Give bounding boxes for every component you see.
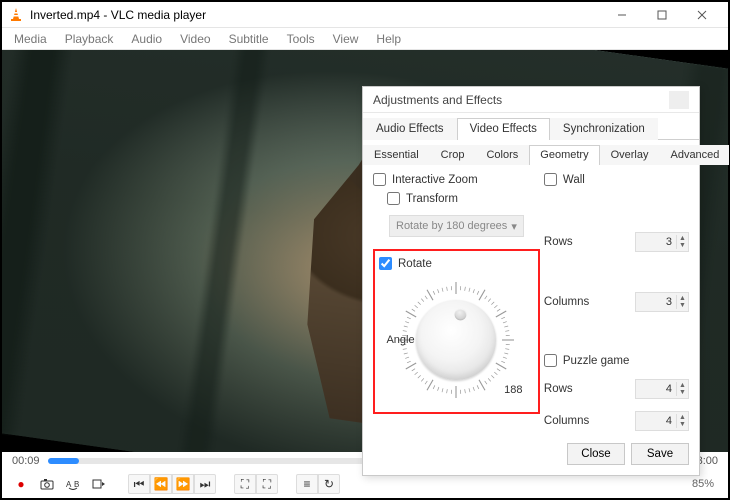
menu-tools[interactable]: Tools — [279, 30, 323, 48]
subtab-crop[interactable]: Crop — [430, 145, 476, 165]
fullscreen-button[interactable]: ⛶ — [234, 474, 256, 494]
frame-step-button[interactable] — [88, 474, 110, 494]
transform-select[interactable]: Rotate by 180 degrees ▾ — [389, 215, 524, 237]
dialog-close-icon[interactable] — [669, 91, 689, 109]
save-button[interactable]: Save — [631, 443, 689, 465]
puzzle-rows-label: Rows — [544, 383, 573, 395]
menu-help[interactable]: Help — [368, 30, 409, 48]
next-button[interactable]: ⏭ — [194, 474, 216, 494]
dialog-titlebar: Adjustments and Effects — [363, 87, 699, 113]
puzzle-rows-spin[interactable]: 4▲▼ — [635, 379, 689, 399]
menu-playback[interactable]: Playback — [57, 30, 122, 48]
puzzle-columns-spin[interactable]: 4▲▼ — [635, 411, 689, 431]
wall-columns-spin[interactable]: 3▲▼ — [635, 292, 689, 312]
playlist-button[interactable]: ≡ — [296, 474, 318, 494]
vlc-cone-icon — [8, 7, 24, 23]
window-title: Inverted.mp4 - VLC media player — [30, 8, 602, 22]
time-elapsed: 00:09 — [12, 455, 40, 467]
subtab-advanced[interactable]: Advanced — [659, 145, 730, 165]
rewind-button[interactable]: ⏪ — [150, 474, 172, 494]
menu-subtitle[interactable]: Subtitle — [221, 30, 277, 48]
angle-label: Angle — [386, 334, 414, 346]
wall-checkbox[interactable]: Wall — [544, 173, 689, 186]
menubar: Media Playback Audio Video Subtitle Tool… — [2, 28, 728, 50]
wall-rows-spin[interactable]: 3▲▼ — [635, 232, 689, 252]
record-button[interactable]: ● — [10, 474, 32, 494]
subtab-colors[interactable]: Colors — [475, 145, 529, 165]
svg-text:A: A — [66, 480, 72, 489]
close-button[interactable] — [682, 3, 722, 27]
outer-tabs: Audio Effects Video Effects Synchronizat… — [363, 113, 699, 140]
sub-tabs: Essential Crop Colors Geometry Overlay A… — [363, 140, 699, 165]
puzzle-columns-label: Columns — [544, 415, 589, 427]
loop-button[interactable]: ↻ — [318, 474, 340, 494]
rotate-section-highlight: Rotate Angle 188 — [373, 249, 540, 414]
wall-columns-label: Columns — [544, 296, 589, 308]
dialog-footer: Close Save — [363, 437, 699, 475]
transform-checkbox[interactable]: Transform — [387, 192, 540, 205]
exit-fullscreen-button[interactable]: ⛶ — [256, 474, 278, 494]
chevron-down-icon: ▾ — [511, 220, 517, 233]
prev-button[interactable]: ⏮ — [128, 474, 150, 494]
subtab-overlay[interactable]: Overlay — [600, 145, 660, 165]
menu-audio[interactable]: Audio — [123, 30, 170, 48]
subtab-geometry[interactable]: Geometry — [529, 145, 599, 165]
volume-percent: 85% — [692, 478, 720, 490]
rotate-dial[interactable]: Angle 188 — [390, 276, 522, 404]
menu-video[interactable]: Video — [172, 30, 218, 48]
maximize-button[interactable] — [642, 3, 682, 27]
snapshot-button[interactable] — [36, 474, 58, 494]
wall-rows-label: Rows — [544, 236, 573, 248]
minimize-button[interactable] — [602, 3, 642, 27]
menu-view[interactable]: View — [325, 30, 367, 48]
loop-ab-button[interactable]: AB — [62, 474, 84, 494]
tab-synchronization[interactable]: Synchronization — [550, 118, 658, 140]
interactive-zoom-checkbox[interactable]: Interactive Zoom — [373, 173, 540, 186]
tab-video-effects[interactable]: Video Effects — [457, 118, 550, 140]
titlebar: Inverted.mp4 - VLC media player — [2, 2, 728, 28]
forward-button[interactable]: ⏩ — [172, 474, 194, 494]
puzzle-checkbox[interactable]: Puzzle game — [544, 354, 689, 367]
angle-value: 188 — [504, 384, 522, 396]
menu-media[interactable]: Media — [6, 30, 55, 48]
tab-audio-effects[interactable]: Audio Effects — [363, 118, 457, 140]
dialog-title: Adjustments and Effects — [373, 93, 502, 107]
close-button[interactable]: Close — [567, 443, 625, 465]
subtab-essential[interactable]: Essential — [363, 145, 430, 165]
adjustments-effects-dialog: Adjustments and Effects Audio Effects Vi… — [362, 86, 700, 476]
rotate-checkbox[interactable]: Rotate — [379, 257, 534, 270]
